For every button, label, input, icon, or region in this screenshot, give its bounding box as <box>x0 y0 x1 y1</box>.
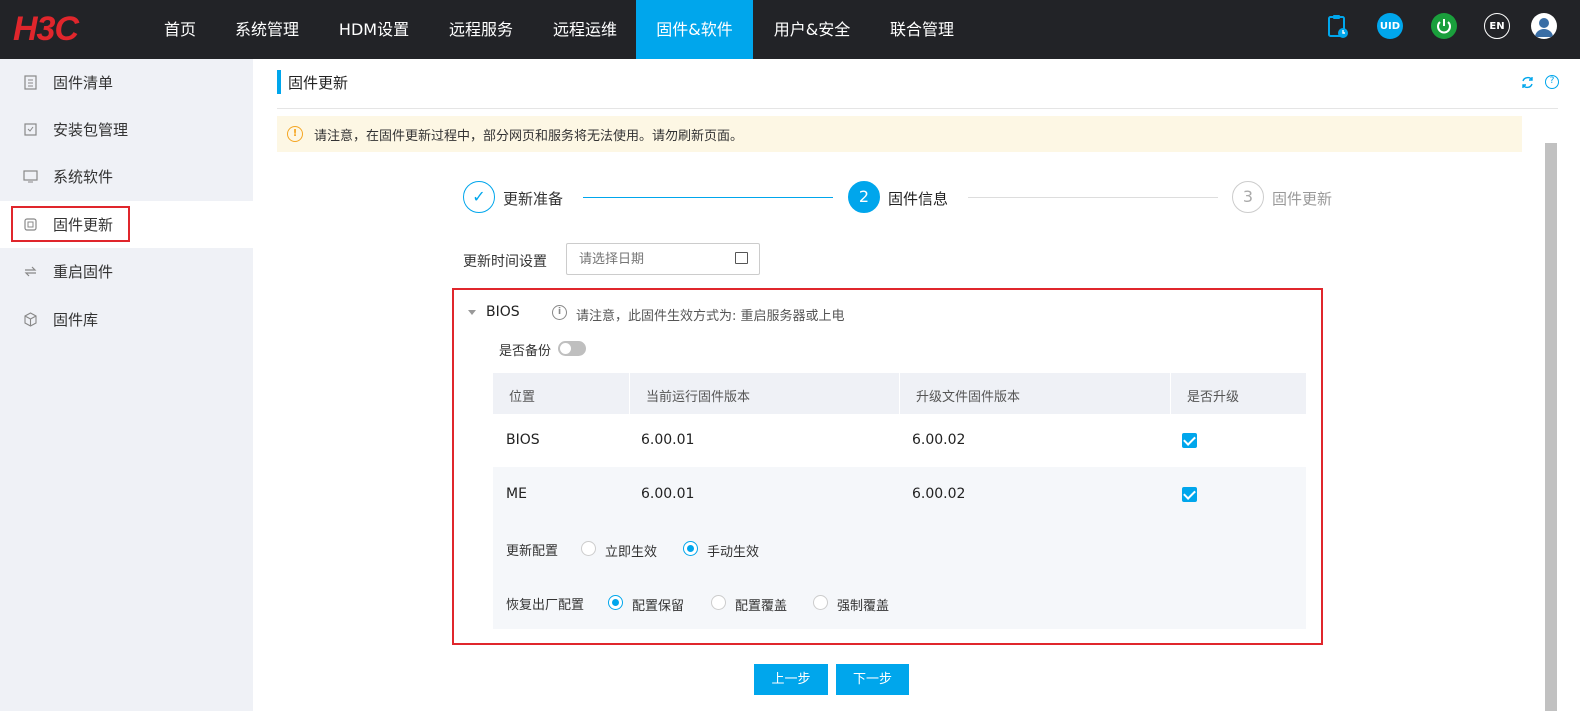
step-1-label: 更新准备 <box>503 190 564 208</box>
radio-label[interactable]: 配置保留 <box>632 595 684 614</box>
sidebar-item-firmware-library[interactable]: 固件库 <box>0 296 253 343</box>
nav-firmware-software[interactable]: 固件&软件 <box>636 0 753 59</box>
cell-location: BIOS <box>506 432 540 448</box>
upgrade-checkbox-bios[interactable] <box>1182 433 1197 448</box>
step-connector-1 <box>583 197 833 198</box>
next-step-button[interactable]: 下一步 <box>836 664 909 695</box>
sidebar-item-label: 安装包管理 <box>53 121 129 139</box>
sidebar-item-restart-firmware[interactable]: 重启固件 <box>0 248 253 295</box>
radio-manual[interactable] <box>683 541 698 556</box>
cell-upgrade-version: 6.00.02 <box>912 432 966 448</box>
factory-config-label: 恢复出厂配置 <box>506 598 585 613</box>
refresh-icon[interactable] <box>1520 75 1535 90</box>
column-separator <box>629 373 630 414</box>
nav-user-security[interactable]: 用户&安全 <box>770 0 854 59</box>
step-2-label: 固件信息 <box>888 190 949 208</box>
restart-icon <box>24 266 37 277</box>
sidebar-item-package-management[interactable]: 安装包管理 <box>0 106 253 153</box>
cube-icon <box>24 312 37 327</box>
update-time-label: 更新时间设置 <box>463 254 547 270</box>
notice-text: 请注意，在固件更新过程中，部分网页和服务将无法使用。请勿刷新页面。 <box>314 129 744 144</box>
notice-banner: ! 请注意，在固件更新过程中，部分网页和服务将无法使用。请勿刷新页面。 <box>277 116 1522 152</box>
column-separator <box>899 373 900 414</box>
toggle-knob <box>560 343 571 354</box>
cell-current-version: 6.00.01 <box>641 486 695 502</box>
collapse-caret-icon[interactable] <box>468 310 476 315</box>
clipboard-icon[interactable] <box>1325 13 1351 39</box>
step-2-number: 2 <box>848 181 880 213</box>
info-icon: i <box>552 305 567 320</box>
calendar-icon[interactable] <box>735 252 748 264</box>
package-icon <box>24 123 37 136</box>
nav-system-management[interactable]: 系统管理 <box>232 0 302 59</box>
page-title: 固件更新 <box>288 74 349 92</box>
prev-step-button[interactable]: 上一步 <box>754 664 828 695</box>
radio-immediate[interactable] <box>581 541 596 556</box>
radio-force-overwrite[interactable] <box>813 595 828 610</box>
bios-section-title[interactable]: BIOS <box>486 304 520 320</box>
backup-toggle[interactable] <box>558 341 586 356</box>
nav-home[interactable]: 首页 <box>160 0 200 59</box>
top-nav-bar: H3C 首页 系统管理 HDM设置 远程服务 远程运维 固件&软件 用户&安全 … <box>0 0 1580 59</box>
update-config-label: 更新配置 <box>506 544 559 559</box>
sidebar-item-system-software[interactable]: 系统软件 <box>0 153 253 200</box>
radio-label[interactable]: 立即生效 <box>605 541 657 560</box>
language-icon[interactable]: EN <box>1484 13 1510 39</box>
step-3-number: 3 <box>1232 181 1264 213</box>
column-header: 当前运行固件版本 <box>646 390 751 405</box>
nav-remote-service[interactable]: 远程服务 <box>446 0 516 59</box>
sidebar-item-label: 重启固件 <box>53 263 114 281</box>
cell-current-version: 6.00.01 <box>641 432 695 448</box>
column-header: 升级文件固件版本 <box>916 390 1021 405</box>
warning-icon: ! <box>287 126 303 142</box>
uid-icon[interactable]: UID <box>1377 13 1403 39</box>
date-picker-input[interactable] <box>566 243 760 275</box>
nav-remote-ops[interactable]: 远程运维 <box>549 0 621 59</box>
nav-federation[interactable]: 联合管理 <box>886 0 958 59</box>
step-1-done-icon: ✓ <box>463 181 495 213</box>
sidebar-item-label: 固件清单 <box>53 74 114 92</box>
cell-location: ME <box>506 486 527 502</box>
radio-label[interactable]: 强制覆盖 <box>837 595 889 614</box>
table-header: 位置 当前运行固件版本 升级文件固件版本 是否升级 <box>493 373 1306 414</box>
h3c-logo[interactable]: H3C <box>13 13 105 45</box>
title-divider <box>277 108 1558 109</box>
radio-label[interactable]: 手动生效 <box>707 541 759 560</box>
bios-effect-info: 请注意，此固件生效方式为: 重启服务器或上电 <box>576 309 845 324</box>
nav-hdm-settings[interactable]: HDM设置 <box>334 0 414 59</box>
radio-overwrite-config[interactable] <box>711 595 726 610</box>
user-avatar-icon[interactable] <box>1531 13 1557 39</box>
column-header: 位置 <box>509 390 536 405</box>
cell-upgrade-version: 6.00.02 <box>912 486 966 502</box>
list-icon <box>24 75 37 90</box>
svg-text:H3C: H3C <box>13 13 79 45</box>
radio-label[interactable]: 配置覆盖 <box>735 595 787 614</box>
column-separator <box>1170 373 1171 414</box>
step-3-label: 固件更新 <box>1272 190 1333 208</box>
backup-label: 是否备份 <box>499 344 552 359</box>
sidebar: 固件清单 安装包管理 系统软件 固件更新 重启固件 固件库 <box>0 59 253 711</box>
help-icon[interactable]: ? <box>1545 75 1559 89</box>
step-connector-2 <box>968 197 1218 198</box>
monitor-icon <box>23 170 38 183</box>
upgrade-checkbox-me[interactable] <box>1182 487 1197 502</box>
highlight-box-sidebar <box>11 206 130 242</box>
sidebar-item-label: 系统软件 <box>53 168 114 186</box>
radio-keep-config[interactable] <box>608 595 623 610</box>
column-header: 是否升级 <box>1187 390 1240 405</box>
title-accent-bar <box>277 70 281 94</box>
sidebar-item-firmware-list[interactable]: 固件清单 <box>0 59 253 106</box>
sidebar-item-label: 固件库 <box>53 311 99 329</box>
scrollbar[interactable] <box>1545 143 1557 711</box>
power-icon[interactable] <box>1431 13 1457 39</box>
